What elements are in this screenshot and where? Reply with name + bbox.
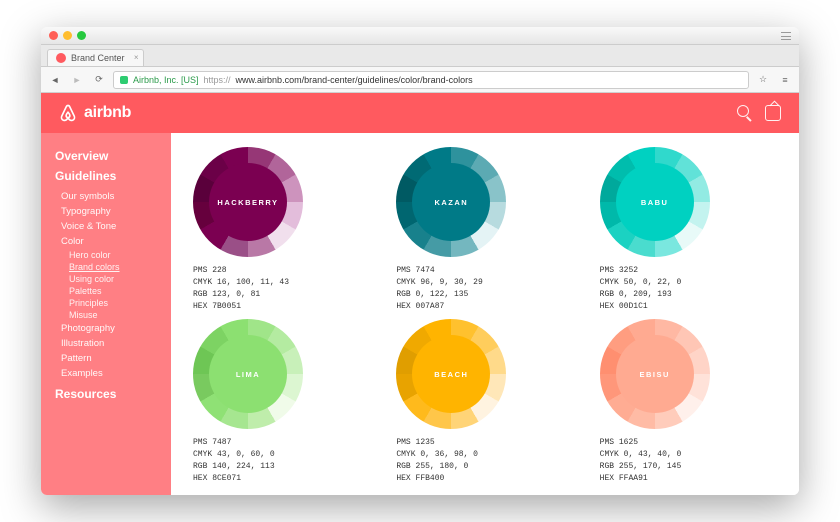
sidebar-subitem-misuse[interactable]: Misuse bbox=[55, 309, 171, 321]
back-button[interactable]: ◄ bbox=[47, 72, 63, 88]
search-icon[interactable] bbox=[737, 105, 749, 117]
color-swatch: EBISU PMS 1625CMYK 0, 43, 40, 0RGB 255, 1… bbox=[600, 319, 791, 485]
swatch-core: BEACH bbox=[412, 335, 490, 413]
url-path: www.airbnb.com/brand-center/guidelines/c… bbox=[236, 75, 473, 85]
sidebar-subitem-hero-color[interactable]: Hero color bbox=[55, 249, 171, 261]
spec-cmyk: CMYK 43, 0, 60, 0 bbox=[193, 449, 384, 461]
spec-cmyk: CMYK 96, 9, 30, 29 bbox=[396, 277, 587, 289]
swatch-core: BABU bbox=[616, 163, 694, 241]
sidebar-section-guidelines[interactable]: Guidelines bbox=[55, 169, 171, 183]
forward-button[interactable]: ► bbox=[69, 72, 85, 88]
color-wheel: KAZAN bbox=[396, 147, 506, 257]
window-zoom-button[interactable] bbox=[77, 31, 86, 40]
color-swatch: LIMA PMS 7487CMYK 43, 0, 60, 0RGB 140, 22… bbox=[193, 319, 384, 485]
spec-cmyk: CMYK 50, 0, 22, 0 bbox=[600, 277, 791, 289]
belo-logo-icon bbox=[59, 103, 77, 123]
spec-hex: HEX FFAA91 bbox=[600, 473, 791, 485]
sidebar-subitem-principles[interactable]: Principles bbox=[55, 297, 171, 309]
sidebar-item-photography[interactable]: Photography bbox=[55, 321, 171, 336]
browser-tab[interactable]: Brand Center × bbox=[47, 49, 144, 66]
spec-pms: PMS 7487 bbox=[193, 437, 384, 449]
sidebar-subitem-palettes[interactable]: Palettes bbox=[55, 285, 171, 297]
bookmark-icon[interactable]: ☆ bbox=[755, 72, 771, 88]
tab-title: Brand Center bbox=[71, 53, 125, 63]
swatch-core: LIMA bbox=[209, 335, 287, 413]
tab-close-icon[interactable]: × bbox=[134, 53, 139, 62]
spec-pms: PMS 7474 bbox=[396, 265, 587, 277]
browser-window: Brand Center × ◄ ► ⟳ Airbnb, Inc. [US] h… bbox=[41, 27, 799, 495]
window-menu-icon[interactable] bbox=[781, 32, 791, 40]
spec-pms: PMS 1235 bbox=[396, 437, 587, 449]
sidebar-subitem-brand-colors[interactable]: Brand colors bbox=[55, 261, 171, 273]
address-bar: ◄ ► ⟳ Airbnb, Inc. [US] https:// www.air… bbox=[41, 67, 799, 93]
sidebar-item-examples[interactable]: Examples bbox=[55, 366, 171, 381]
sidebar-item-illustration[interactable]: Illustration bbox=[55, 336, 171, 351]
swatch-core: KAZAN bbox=[412, 163, 490, 241]
swatch-specs: PMS 1625CMYK 0, 43, 40, 0RGB 255, 170, 1… bbox=[600, 437, 791, 485]
color-wheel: BABU bbox=[600, 147, 710, 257]
color-swatch: BEACH PMS 1235CMYK 0, 36, 98, 0RGB 255, 1… bbox=[396, 319, 587, 485]
swatch-core: HACKBERRY bbox=[209, 163, 287, 241]
lock-icon bbox=[120, 76, 128, 84]
color-wheel: BEACH bbox=[396, 319, 506, 429]
color-wheel: EBISU bbox=[600, 319, 710, 429]
sidebar-item-color[interactable]: Color bbox=[55, 234, 171, 249]
sidebar-item-pattern[interactable]: Pattern bbox=[55, 351, 171, 366]
sidebar-item-typography[interactable]: Typography bbox=[55, 204, 171, 219]
color-swatch: KAZAN PMS 7474CMYK 96, 9, 30, 29RGB 0, 12… bbox=[396, 147, 587, 313]
sidebar: Overview Guidelines Our symbols Typograp… bbox=[41, 133, 171, 495]
swatch-specs: PMS 7474CMYK 96, 9, 30, 29RGB 0, 122, 13… bbox=[396, 265, 587, 313]
sidebar-subitem-using-color[interactable]: Using color bbox=[55, 273, 171, 285]
sidebar-section-overview[interactable]: Overview bbox=[55, 149, 171, 163]
spec-hex: HEX 7B0051 bbox=[193, 301, 384, 313]
window-minimize-button[interactable] bbox=[63, 31, 72, 40]
color-wheel: HACKBERRY bbox=[193, 147, 303, 257]
spec-rgb: RGB 255, 170, 145 bbox=[600, 461, 791, 473]
spec-pms: PMS 228 bbox=[193, 265, 384, 277]
sidebar-item-voice-tone[interactable]: Voice & Tone bbox=[55, 219, 171, 234]
spec-pms: PMS 1625 bbox=[600, 437, 791, 449]
sidebar-section-resources[interactable]: Resources bbox=[55, 387, 171, 401]
spec-rgb: RGB 123, 0, 81 bbox=[193, 289, 384, 301]
logo-area[interactable]: airbnb bbox=[59, 103, 131, 123]
url-field[interactable]: Airbnb, Inc. [US] https:// www.airbnb.co… bbox=[113, 71, 749, 89]
color-wheel: LIMA bbox=[193, 319, 303, 429]
main-panel: HACKBERRYPMS 228CMYK 16, 100, 11, 43RGB … bbox=[171, 133, 799, 495]
spec-pms: PMS 3252 bbox=[600, 265, 791, 277]
tab-favicon bbox=[56, 53, 66, 63]
swatch-specs: PMS 3252CMYK 50, 0, 22, 0RGB 0, 209, 193… bbox=[600, 265, 791, 313]
spec-hex: HEX 00D1C1 bbox=[600, 301, 791, 313]
spec-rgb: RGB 140, 224, 113 bbox=[193, 461, 384, 473]
spec-hex: HEX 8CE071 bbox=[193, 473, 384, 485]
spec-cmyk: CMYK 16, 100, 11, 43 bbox=[193, 277, 384, 289]
swatch-specs: PMS 7487CMYK 43, 0, 60, 0RGB 140, 224, 1… bbox=[193, 437, 384, 485]
spec-cmyk: CMYK 0, 43, 40, 0 bbox=[600, 449, 791, 461]
spec-rgb: RGB 0, 209, 193 bbox=[600, 289, 791, 301]
brand-wordmark: airbnb bbox=[84, 104, 131, 122]
secure-badge: Airbnb, Inc. [US] bbox=[133, 75, 199, 85]
window-title-bar bbox=[41, 27, 799, 45]
app-header: airbnb bbox=[41, 93, 799, 133]
swatch-core: EBISU bbox=[616, 335, 694, 413]
tab-strip: Brand Center × bbox=[41, 45, 799, 67]
color-swatch: HACKBERRY PMS 228CMYK 16, 100, 11, 43RGB … bbox=[193, 147, 384, 313]
swatch-specs: PMS 1235CMYK 0, 36, 98, 0RGB 255, 180, 0… bbox=[396, 437, 587, 485]
page-content: airbnb Overview Guidelines Our symbols T… bbox=[41, 93, 799, 495]
spec-hex: HEX FFB400 bbox=[396, 473, 587, 485]
spec-rgb: RGB 0, 122, 135 bbox=[396, 289, 587, 301]
share-icon[interactable] bbox=[765, 105, 781, 121]
spec-rgb: RGB 255, 180, 0 bbox=[396, 461, 587, 473]
window-close-button[interactable] bbox=[49, 31, 58, 40]
sidebar-item-our-symbols[interactable]: Our symbols bbox=[55, 189, 171, 204]
browser-menu-icon[interactable]: ≡ bbox=[777, 72, 793, 88]
spec-cmyk: CMYK 0, 36, 98, 0 bbox=[396, 449, 587, 461]
spec-hex: HEX 007A87 bbox=[396, 301, 587, 313]
reload-button[interactable]: ⟳ bbox=[91, 72, 107, 88]
url-scheme: https:// bbox=[204, 75, 231, 85]
swatch-specs: PMS 228CMYK 16, 100, 11, 43RGB 123, 0, 8… bbox=[193, 265, 384, 313]
color-swatch: BABU PMS 3252CMYK 50, 0, 22, 0RGB 0, 209,… bbox=[600, 147, 791, 313]
